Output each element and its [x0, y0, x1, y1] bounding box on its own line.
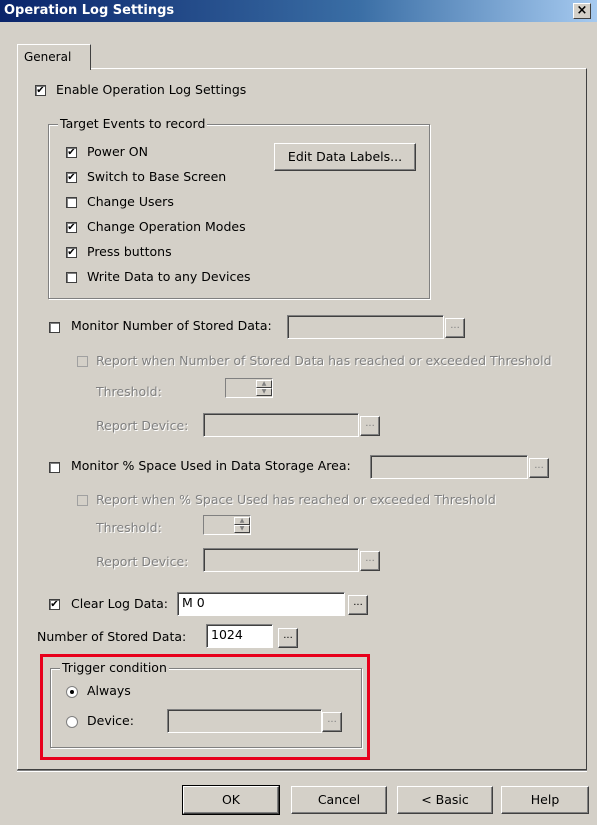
write-data-devices-checkbox[interactable]: [66, 272, 77, 283]
spin-up-icon[interactable]: ▲: [234, 517, 250, 525]
monitor-stored-checkbox[interactable]: [49, 322, 60, 333]
enable-label: Enable Operation Log Settings: [56, 82, 247, 97]
power-on-label: Power ON: [87, 144, 148, 159]
monitor-space-checkbox[interactable]: [49, 462, 60, 473]
window-title: Operation Log Settings: [4, 3, 175, 18]
stored-count-field[interactable]: 1024: [206, 624, 273, 648]
check-icon: ✔: [67, 147, 76, 158]
report-space-checkbox[interactable]: [77, 495, 88, 506]
monitor-space-field[interactable]: [370, 455, 528, 479]
check-icon: ✔: [50, 599, 59, 610]
threshold-space-label: Threshold:: [96, 520, 162, 535]
always-radio[interactable]: [66, 686, 78, 698]
change-users-label: Change Users: [87, 194, 174, 209]
change-users-checkbox[interactable]: [66, 197, 77, 208]
spin-down-icon[interactable]: ▼: [234, 525, 250, 533]
clear-log-label: Clear Log Data:: [71, 596, 169, 611]
change-operation-modes-label: Change Operation Modes: [87, 219, 246, 234]
monitor-stored-browse-button[interactable]: ...: [445, 318, 465, 338]
report-device-space-label: Report Device:: [96, 554, 189, 569]
report-stored-label: Report when Number of Stored Data has re…: [96, 353, 552, 368]
check-icon: ✔: [67, 222, 76, 233]
check-icon: ✔: [67, 172, 76, 183]
report-device-stored-field[interactable]: [203, 413, 359, 437]
help-button[interactable]: Help: [501, 786, 589, 814]
press-buttons-label: Press buttons: [87, 244, 172, 259]
enable-checkbox[interactable]: ✔: [35, 85, 46, 96]
trigger-title: Trigger condition: [60, 660, 169, 675]
monitor-space-browse-button[interactable]: ...: [529, 458, 549, 478]
switch-base-screen-checkbox[interactable]: ✔: [66, 172, 77, 183]
switch-base-screen-label: Switch to Base Screen: [87, 169, 227, 184]
monitor-stored-label: Monitor Number of Stored Data:: [71, 318, 272, 333]
report-stored-checkbox[interactable]: [77, 356, 88, 367]
trigger-device-browse-button[interactable]: ...: [322, 712, 342, 732]
power-on-checkbox[interactable]: ✔: [66, 147, 77, 158]
cancel-button[interactable]: Cancel: [291, 786, 387, 814]
device-radio[interactable]: [66, 716, 78, 728]
clear-log-field[interactable]: M 0: [177, 592, 345, 616]
close-icon: ×: [576, 3, 588, 18]
write-data-devices-label: Write Data to any Devices: [87, 269, 251, 284]
spin-up-icon[interactable]: ▲: [256, 380, 272, 388]
clear-log-browse-button[interactable]: ...: [348, 595, 368, 615]
report-device-space-field[interactable]: [203, 548, 359, 572]
basic-button[interactable]: < Basic: [397, 786, 493, 814]
threshold-stored-label: Threshold:: [96, 384, 162, 399]
tab-general-label: General: [24, 50, 72, 64]
change-operation-modes-checkbox[interactable]: ✔: [66, 222, 77, 233]
footer-divider: [17, 770, 587, 772]
clear-log-checkbox[interactable]: ✔: [49, 599, 60, 610]
press-buttons-checkbox[interactable]: ✔: [66, 247, 77, 258]
monitor-space-label: Monitor % Space Used in Data Storage Are…: [71, 458, 351, 473]
tab-general[interactable]: General: [17, 44, 91, 70]
spin-down-icon[interactable]: ▼: [256, 388, 272, 396]
threshold-stored-spinner[interactable]: ▲ ▼: [225, 378, 273, 398]
ok-button[interactable]: OK: [182, 785, 280, 815]
stored-count-label: Number of Stored Data:: [37, 629, 187, 644]
always-label: Always: [87, 683, 131, 698]
report-space-label: Report when % Space Used has reached or …: [96, 492, 496, 507]
stored-count-browse-button[interactable]: ...: [278, 628, 298, 648]
monitor-stored-field[interactable]: [287, 315, 444, 339]
close-button[interactable]: ×: [573, 3, 591, 19]
check-icon: ✔: [36, 85, 45, 96]
report-device-stored-label: Report Device:: [96, 418, 189, 433]
trigger-device-field[interactable]: [167, 709, 322, 733]
check-icon: ✔: [67, 247, 76, 258]
target-events-title: Target Events to record: [58, 116, 208, 131]
device-label: Device:: [87, 713, 134, 728]
edit-data-labels-button[interactable]: Edit Data Labels...: [274, 143, 416, 171]
report-device-stored-browse-button[interactable]: ...: [360, 416, 380, 436]
report-device-space-browse-button[interactable]: ...: [360, 551, 380, 571]
threshold-space-spinner[interactable]: ▲ ▼: [203, 515, 251, 535]
trigger-group: [50, 668, 362, 748]
